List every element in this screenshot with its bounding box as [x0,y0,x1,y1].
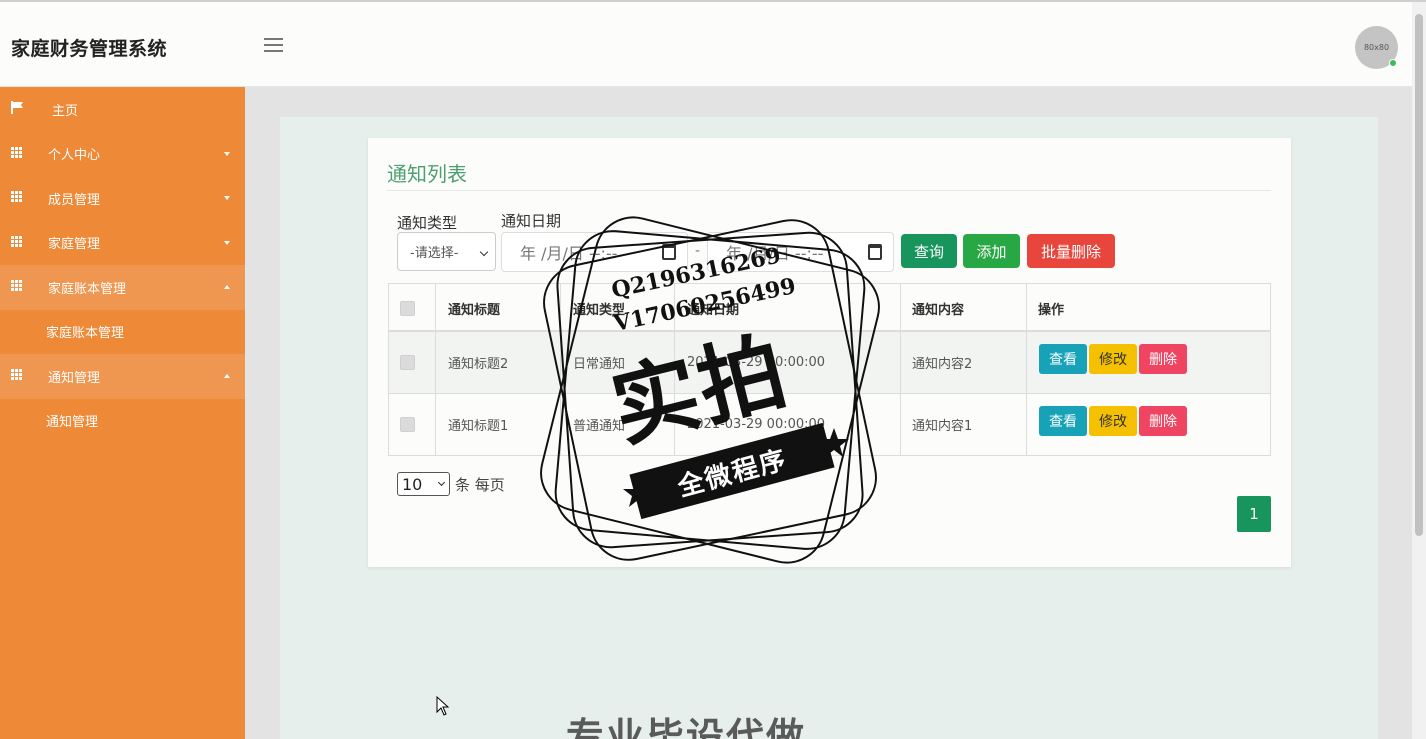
date-end-input[interactable]: 年 /月/日 --:-- [707,232,894,272]
page-size-select[interactable]: 10 [397,472,450,496]
grid-icon [11,191,22,202]
grid-icon [11,146,22,158]
row-select-cell [400,332,415,393]
sidebar-item-home[interactable]: 主页 [0,87,245,132]
chevron-down-icon [479,247,489,257]
row-checkbox[interactable] [400,417,415,432]
notice-table: 通知标题 通知类型 通知日期 通知内容 操作 通知标题2 日常通知 2021-0… [388,283,1271,456]
cell-date: 2021-03-29 00:00:00 [687,417,826,432]
table-row: 通知标题2 日常通知 2021-03-29 00:00:00 通知内容2 查看 … [389,332,1270,394]
column-header: 通知日期 [687,302,740,318]
column-divider [435,284,436,455]
grid-icon [11,235,22,247]
chevron-down-icon [437,478,446,487]
avatar[interactable]: 80x80 [1355,26,1398,69]
chevron-up-icon [224,285,230,290]
column-header: 操作 [1038,302,1065,318]
date-range-separator: - [695,243,701,259]
date-start-input[interactable]: 年 /月/日 --:-- [501,232,688,272]
notice-list-card: 通知列表 通知类型 -请选择- 通知日期 年 /月/日 --:-- - 年 /月… [368,138,1291,567]
column-divider [560,284,561,455]
row-select-cell [400,394,415,455]
cell-content: 通知内容2 [912,357,973,372]
batch-delete-button[interactable]: 批量删除 [1027,234,1115,268]
scrollbar-thumb[interactable] [1415,14,1423,536]
sidebar-item-ledger[interactable]: 家庭账本管理 [0,265,245,310]
avatar-placeholder-text: 80x80 [1363,43,1390,52]
type-select[interactable]: -请选择- [397,232,496,271]
date-end-placeholder: 年 /月/日 --:-- [726,244,824,263]
edit-button[interactable]: 修改 [1089,406,1137,436]
page-size-value: 10 [402,474,423,494]
mouse-cursor-icon [436,696,450,716]
cell-type: 普通通知 [573,419,626,434]
sidebar-subitem-ledger[interactable]: 家庭账本管理 [0,310,245,355]
delete-button[interactable]: 删除 [1139,406,1187,436]
date-filter-label: 通知日期 [501,212,562,230]
sidebar-item-label: 通知管理 [48,370,101,386]
sidebar: 主页 个人中心 成员管理 家庭管理 家庭账本管理 家庭账本管理 通知管理 通知管… [0,87,245,739]
menu-toggle-icon[interactable] [264,38,283,54]
sidebar-item-label: 个人中心 [48,148,101,164]
type-filter-label: 通知类型 [397,214,458,232]
view-button[interactable]: 查看 [1039,344,1087,374]
add-button[interactable]: 添加 [963,234,1020,268]
top-header: 家庭财务管理系统 80x80 [0,2,1412,87]
chevron-up-icon [224,374,230,379]
sidebar-item-notice[interactable]: 通知管理 [0,354,245,399]
sidebar-subitem-notice[interactable]: 通知管理 [0,399,245,444]
cell-title: 通知标题2 [448,357,509,372]
page-title: 通知列表 [387,162,467,186]
app-title: 家庭财务管理系统 [11,38,168,60]
column-header: 通知类型 [573,302,626,318]
bottom-banner-text: 专业毕设代做 [566,715,807,739]
delete-button[interactable]: 删除 [1139,344,1187,374]
chevron-down-icon [224,196,230,201]
table-header-row: 通知标题 通知类型 通知日期 通知内容 操作 [389,284,1270,332]
column-divider [900,284,901,455]
calendar-icon[interactable] [662,244,676,260]
column-header: 通知标题 [448,302,501,318]
divider [387,190,1271,191]
cell-title: 通知标题1 [448,419,509,434]
column-divider [1026,284,1027,455]
row-checkbox[interactable] [400,355,415,370]
column-divider [674,284,675,455]
page-scrollbar[interactable] [1412,2,1426,739]
sidebar-item-label: 成员管理 [48,192,101,208]
view-button[interactable]: 查看 [1039,406,1087,436]
select-all-cell [400,284,415,330]
sidebar-item-label: 家庭账本管理 [48,281,127,297]
grid-icon [11,280,22,291]
cell-content: 通知内容1 [912,419,973,434]
flag-icon [11,101,23,114]
chevron-down-icon [224,240,230,245]
sidebar-item-family[interactable]: 家庭管理 [0,221,245,266]
sidebar-item-label: 家庭管理 [48,237,101,253]
page-button-current[interactable]: 1 [1237,496,1271,532]
type-select-value: -请选择- [410,246,459,261]
table-row: 通知标题1 普通通知 2021-03-29 00:00:00 通知内容1 查看 … [389,394,1270,455]
sidebar-item-personal-center[interactable]: 个人中心 [0,132,245,177]
cell-type: 日常通知 [573,357,626,372]
cell-date: 2021-03-29 00:00:00 [687,355,826,370]
chevron-down-icon [224,151,230,156]
select-all-checkbox[interactable] [400,300,415,316]
query-button[interactable]: 查询 [901,234,957,268]
date-start-placeholder: 年 /月/日 --:-- [520,244,618,263]
grid-icon [11,369,22,380]
edit-button[interactable]: 修改 [1089,344,1137,374]
online-status-dot [1389,59,1397,67]
page-size-suffix: 条 每页 [455,476,505,494]
sidebar-item-label: 主页 [52,103,79,119]
sidebar-item-members[interactable]: 成员管理 [0,176,245,221]
calendar-icon[interactable] [868,244,882,260]
column-header: 通知内容 [912,302,965,318]
